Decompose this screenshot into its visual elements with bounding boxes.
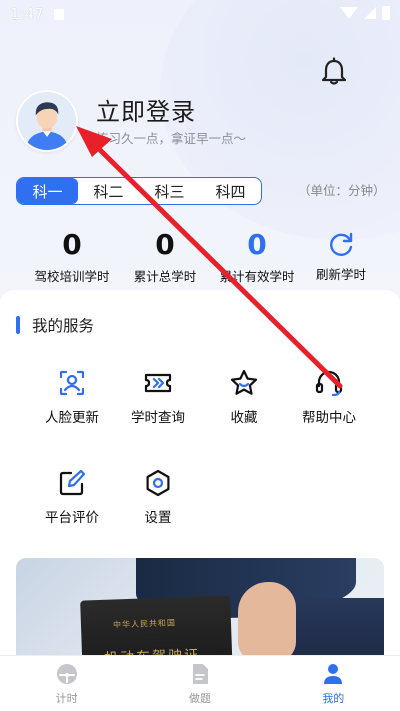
nav-label: 做题 <box>188 691 211 705</box>
notification-icon <box>53 8 64 20</box>
subject-tabs: 科一 科二 科三 科四 <box>16 177 262 205</box>
nav-item-timer[interactable]: 计时 <box>0 656 133 711</box>
service-label: 帮助中心 <box>302 410 356 426</box>
tab-subject-1[interactable]: 科一 <box>17 178 78 204</box>
tab-subject-2[interactable]: 科二 <box>78 178 139 204</box>
stat-label: 累计总学时 <box>133 269 197 284</box>
service-settings[interactable]: 设置 <box>118 468 198 526</box>
tab-subject-4[interactable]: 科四 <box>200 178 261 204</box>
banner-hand <box>238 582 296 662</box>
edit-icon <box>59 469 86 496</box>
bell-icon[interactable] <box>318 56 350 88</box>
service-label: 收藏 <box>230 410 258 426</box>
banner-line1: 中华人民共和国 <box>112 618 177 630</box>
service-help-center[interactable]: 帮助中心 <box>289 368 369 426</box>
ticket-icon <box>144 373 172 393</box>
service-favorites[interactable]: 收藏 <box>204 368 284 426</box>
service-label: 设置 <box>144 510 172 526</box>
refresh-icon <box>330 232 353 256</box>
stat-total-hours: 0 累计总学时 <box>115 228 215 285</box>
bottom-nav: 计时 做题 我的 <box>0 655 400 711</box>
status-time: 1:47 <box>10 5 44 23</box>
face-scan-icon <box>59 370 85 396</box>
service-hours-query[interactable]: 学时查询 <box>118 368 198 426</box>
star-icon <box>230 369 258 395</box>
timer-icon <box>56 663 77 684</box>
service-label: 人脸更新 <box>45 410 99 426</box>
status-bar: 1:47 <box>0 0 400 28</box>
section-title-text: 我的服务 <box>32 317 95 335</box>
nav-item-practice[interactable]: 做题 <box>133 656 266 711</box>
avatar[interactable] <box>16 90 78 152</box>
headset-icon <box>315 370 343 397</box>
stat-school-training-hours: 0 驾校培训学时 <box>22 228 122 285</box>
user-avatar-icon <box>18 92 76 150</box>
document-icon <box>192 663 208 684</box>
nav-item-mine[interactable]: 我的 <box>267 656 400 711</box>
refresh-hours-button[interactable]: 刷新学时 <box>291 228 391 283</box>
tab-subject-3[interactable]: 科三 <box>139 178 200 204</box>
service-label: 平台评价 <box>45 510 99 526</box>
battery-icon <box>382 6 390 20</box>
service-label: 学时查询 <box>131 410 185 426</box>
login-title[interactable]: 立即登录 <box>96 92 196 127</box>
nav-label: 我的 <box>322 691 345 705</box>
wifi-icon <box>340 7 358 19</box>
section-title: 我的服务 <box>16 314 94 336</box>
stat-label: 驾校培训学时 <box>34 269 110 284</box>
login-subtitle: 练习久一点，拿证早一点～ <box>96 131 247 146</box>
stat-value: 0 <box>62 228 82 261</box>
service-face-update[interactable]: 人脸更新 <box>32 368 112 426</box>
unit-note: （单位：分钟） <box>298 183 386 198</box>
stat-value: 0 <box>155 228 175 261</box>
gear-icon <box>146 469 170 497</box>
service-platform-review[interactable]: 平台评价 <box>32 468 112 526</box>
signal-icon <box>364 7 376 19</box>
nav-label: 计时 <box>55 691 78 705</box>
stat-label: 刷新学时 <box>315 267 366 282</box>
services-card: 我的服务 人脸更新 学时查询 收藏 帮助中心 平台评价 设置 中华人民共和国 <box>0 290 400 678</box>
user-icon <box>324 663 343 684</box>
